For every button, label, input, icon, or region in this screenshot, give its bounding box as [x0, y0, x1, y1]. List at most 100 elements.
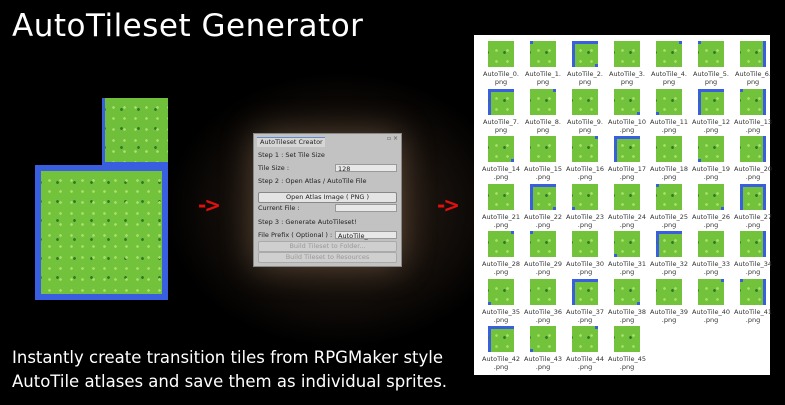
file-item[interactable]: AutoTile_30 .png	[565, 231, 605, 276]
file-item[interactable]: AutoTile_27 .png	[733, 183, 773, 229]
tile-thumbnail	[698, 88, 724, 115]
file-item[interactable]: AutoTile_24 .png	[607, 183, 647, 229]
tile-size-input[interactable]: 128	[335, 164, 397, 173]
file-item[interactable]: AutoTile_18 .png	[649, 136, 689, 181]
tile-thumbnail	[698, 136, 724, 162]
file-item[interactable]: AutoTile_41 .png	[733, 278, 773, 324]
file-name: AutoTile_38	[608, 307, 646, 316]
file-item[interactable]: AutoTile_15 .png	[523, 136, 563, 181]
file-item[interactable]: AutoTile_23 .png	[565, 183, 605, 229]
file-name: AutoTile_12	[692, 117, 730, 126]
window-controls-icon[interactable]: ▫ ×	[387, 135, 398, 142]
file-item[interactable]: AutoTile_20 .png	[733, 136, 773, 181]
file-item[interactable]: AutoTile_21 .png	[481, 183, 521, 229]
file-item[interactable]: AutoTile_1. png	[523, 41, 563, 86]
file-item[interactable]: AutoTile_31 .png	[607, 231, 647, 276]
file-item[interactable]: AutoTile_13 .png	[733, 88, 773, 134]
file-name-cont: .png	[493, 173, 509, 181]
file-item[interactable]: AutoTile_25 .png	[649, 183, 689, 229]
open-atlas-button[interactable]: Open Atlas Image ( PNG )	[258, 192, 397, 203]
file-item[interactable]: AutoTile_16 .png	[565, 136, 605, 181]
tile-size-row: Tile Size : 128	[258, 163, 397, 173]
file-name: AutoTile_24	[608, 212, 646, 221]
file-name: AutoTile_7.	[483, 117, 519, 126]
file-item[interactable]: AutoTile_26 .png	[691, 183, 731, 229]
file-item[interactable]: AutoTile_5. png	[691, 41, 731, 86]
file-name: AutoTile_25	[650, 212, 688, 221]
file-item[interactable]: AutoTile_19 .png	[691, 136, 731, 181]
tile-thumbnail	[740, 183, 766, 210]
file-item[interactable]: AutoTile_28 .png	[481, 231, 521, 276]
tile-size-label: Tile Size :	[258, 164, 290, 172]
file-item[interactable]: AutoTile_11 .png	[649, 88, 689, 134]
file-item[interactable]: AutoTile_6. png	[733, 41, 773, 86]
file-name: AutoTile_3.	[609, 70, 645, 78]
file-item[interactable]: AutoTile_0. png	[481, 41, 521, 86]
file-name-cont: .png	[577, 173, 593, 181]
file-name-cont: .png	[703, 268, 719, 276]
file-item[interactable]: AutoTile_36 .png	[523, 278, 563, 324]
file-name-cont: .png	[745, 268, 761, 276]
file-item[interactable]: AutoTile_39 .png	[649, 278, 689, 324]
file-item[interactable]: AutoTile_32 .png	[649, 231, 689, 276]
file-name-cont: .png	[577, 220, 593, 229]
tile-thumbnail	[572, 183, 598, 210]
file-item[interactable]: AutoTile_33 .png	[691, 231, 731, 276]
file-item[interactable]: AutoTile_40 .png	[691, 278, 731, 324]
step2-label: Step 2 : Open Atlas / AutoTile File	[258, 177, 367, 185]
file-item[interactable]: AutoTile_37 .png	[565, 278, 605, 324]
file-item[interactable]: AutoTile_14 .png	[481, 136, 521, 181]
file-name: AutoTile_21	[482, 212, 520, 221]
file-item[interactable]: AutoTile_17 .png	[607, 136, 647, 181]
file-name-cont: .png	[661, 125, 677, 134]
tile-thumbnail	[740, 41, 766, 67]
file-item[interactable]: AutoTile_29 .png	[523, 231, 563, 276]
file-name: AutoTile_14	[482, 165, 520, 173]
file-item[interactable]: AutoTile_9. png	[565, 88, 605, 134]
window-tab[interactable]: AutoTileset Creator	[257, 137, 325, 147]
file-name-cont: png	[620, 78, 634, 86]
build-folder-button[interactable]: Build Tileset to Folder...	[258, 241, 397, 252]
file-name-cont: .png	[493, 268, 509, 276]
file-name: AutoTile_32	[650, 260, 688, 268]
file-item[interactable]: AutoTile_8. png	[523, 88, 563, 134]
file-item[interactable]: AutoTile_3. png	[607, 41, 647, 86]
file-item[interactable]: AutoTile_35 .png	[481, 278, 521, 324]
file-item[interactable]: AutoTile_10 .png	[607, 88, 647, 134]
file-name-cont: .png	[703, 125, 719, 134]
file-name-cont: .png	[619, 125, 635, 134]
file-item[interactable]: AutoTile_44 .png	[565, 326, 605, 371]
tile-thumbnail	[572, 231, 598, 257]
file-item[interactable]: AutoTile_4. png	[649, 41, 689, 86]
file-name: AutoTile_0.	[483, 70, 519, 78]
file-name: AutoTile_40	[692, 307, 730, 316]
file-item[interactable]: AutoTile_45 .png	[607, 326, 647, 371]
file-item[interactable]: AutoTile_42 .png	[481, 326, 521, 371]
build-resources-button[interactable]: Build Tileset to Resources	[258, 252, 397, 263]
file-name-cont: .png	[619, 173, 635, 181]
tile-thumbnail	[740, 278, 766, 305]
tile-thumbnail	[656, 278, 682, 305]
file-name: AutoTile_20	[734, 165, 772, 173]
file-item[interactable]: AutoTile_22 .png	[523, 183, 563, 229]
current-file-row: Current File :	[258, 203, 397, 213]
file-item[interactable]: AutoTile_43 .png	[523, 326, 563, 371]
file-item[interactable]: AutoTile_38 .png	[607, 278, 647, 324]
file-name: AutoTile_5.	[693, 70, 729, 78]
tile-thumbnail	[698, 183, 724, 210]
prefix-input[interactable]: AutoTile_	[335, 231, 397, 240]
tile-thumbnail	[488, 136, 514, 162]
file-item[interactable]: AutoTile_34 .png	[733, 231, 773, 276]
current-file-field[interactable]	[335, 204, 397, 212]
file-name-cont: .png	[535, 220, 551, 229]
file-item[interactable]: AutoTile_12 .png	[691, 88, 731, 134]
file-name: AutoTile_27	[734, 212, 772, 221]
step1-label: Step 1 : Set Tile Size	[258, 151, 325, 159]
tile-thumbnail	[488, 41, 514, 67]
file-item[interactable]: AutoTile_7. png	[481, 88, 521, 134]
file-item[interactable]: AutoTile_2. png	[565, 41, 605, 86]
tile-thumbnail	[572, 88, 598, 115]
tile-thumbnail	[572, 41, 598, 67]
file-name-cont: .png	[619, 220, 635, 229]
tile-thumbnail	[656, 88, 682, 115]
